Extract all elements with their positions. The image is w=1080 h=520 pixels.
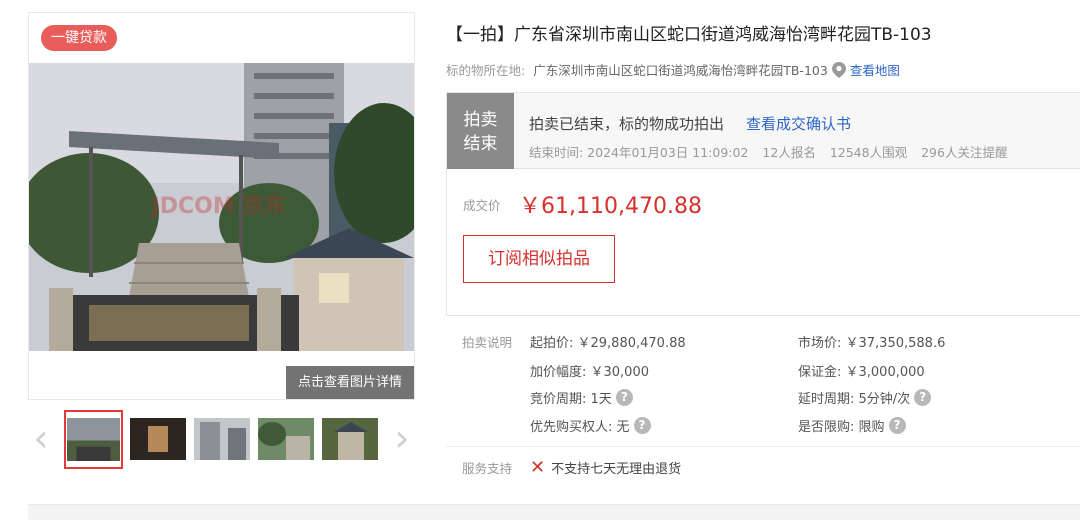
thumbnail-1[interactable] [64, 410, 123, 469]
view-confirmation-link[interactable]: 查看成交确认书 [746, 115, 851, 133]
auction-status-panel: 拍卖 结束 拍卖已结束，标的物成功拍出 查看成交确认书 结束时间: 2024年01… [446, 92, 1080, 316]
main-photo-image: JDCOM 京东 [29, 63, 414, 351]
question-mark-icon[interactable]: ? [615, 389, 633, 406]
watermark-text: JDCOM 京东 [150, 193, 287, 219]
thumbnail-3[interactable] [194, 418, 250, 460]
footer-band [28, 504, 1080, 520]
divider [446, 446, 1080, 447]
listing-title: 【一拍】广东省深圳市南山区蛇口街道鸿威海怡湾畔花园TB-103 [446, 25, 932, 45]
deal-price: ￥61,110,470.88 [519, 194, 702, 219]
service-value: 不支持七天无理由退货 [551, 462, 682, 477]
deposit: 保证金: ￥3,000,000 [798, 365, 925, 380]
thumbnail-4[interactable] [258, 418, 314, 460]
extension-period: 延时周期: 5分钟/次? [798, 388, 932, 407]
photo-gallery: 一键贷款 JDCOM 京东 点击查看图片详情 [28, 12, 415, 400]
start-price: 起拍价: ￥29,880,470.88 [530, 336, 686, 351]
rules-label: 拍卖说明 [462, 335, 513, 350]
status-tag-line2: 结束 [463, 134, 498, 154]
view-photo-details-button[interactable]: 点击查看图片详情 [286, 366, 414, 399]
location-pin-icon [831, 61, 846, 78]
chevron-left-icon[interactable]: ‹ [28, 419, 54, 460]
market-price: 市场价: ￥37,350,588.6 [798, 336, 946, 351]
main-photo[interactable]: JDCOM 京东 [29, 63, 414, 351]
location-label: 标的物所在地: [446, 63, 526, 78]
status-message: 拍卖已结束，标的物成功拍出 查看成交确认书 [529, 113, 851, 134]
auction-rules: 拍卖说明 起拍价: ￥29,880,470.88 市场价: ￥37,350,58… [446, 326, 1080, 444]
end-time: 结束时间: 2024年01月03日 11:09:02 [529, 145, 749, 160]
service-support-row: 服务支持 ✕ 不支持七天无理由退货 [462, 458, 681, 477]
status-text: 拍卖已结束，标的物成功拍出 [529, 115, 725, 133]
location-value: 广东深圳市南山区蛇口街道鸿威海怡湾畔花园TB-103 [533, 63, 828, 78]
question-mark-icon[interactable]: ? [914, 389, 932, 406]
service-label: 服务支持 [462, 461, 513, 476]
deal-price-label: 成交价 [463, 198, 501, 213]
thumbnail-5[interactable] [322, 418, 378, 460]
signup-count: 12人报名 [762, 145, 816, 160]
view-map-link[interactable]: 查看地图 [850, 60, 900, 79]
subscribe-similar-button[interactable]: 订阅相似拍品 [463, 235, 615, 283]
one-click-loan-badge[interactable]: 一键贷款 [41, 25, 117, 51]
status-header: 拍卖 结束 拍卖已结束，标的物成功拍出 查看成交确认书 结束时间: 2024年01… [447, 93, 1080, 169]
bid-increment: 加价幅度: ￥30,000 [530, 365, 649, 380]
location-row: 标的物所在地: 广东深圳市南山区蛇口街道鸿威海怡湾畔花园TB-103 查看地图 [446, 60, 900, 79]
status-tag-line1: 拍卖 [463, 110, 498, 130]
status-tag: 拍卖 结束 [447, 93, 514, 169]
thumbnail-2[interactable] [130, 418, 186, 460]
viewer-count: 12548人围观 [829, 145, 908, 160]
follower-count: 296人关注提醒 [921, 145, 1008, 160]
chevron-right-icon[interactable]: › [389, 419, 415, 460]
question-mark-icon[interactable]: ? [888, 417, 906, 434]
status-stats: 结束时间: 2024年01月03日 11:09:02 12人报名 12548人围观 2… [529, 142, 1021, 161]
priority-buyer: 优先购买权人: 无? [530, 416, 651, 435]
thumbnail-strip: ‹ › [28, 410, 415, 470]
bid-period: 竞价周期: 1天? [530, 388, 633, 407]
purchase-limit: 是否限购: 限购? [798, 416, 906, 435]
x-mark-icon: ✕ [530, 456, 546, 478]
question-mark-icon[interactable]: ? [633, 417, 651, 434]
